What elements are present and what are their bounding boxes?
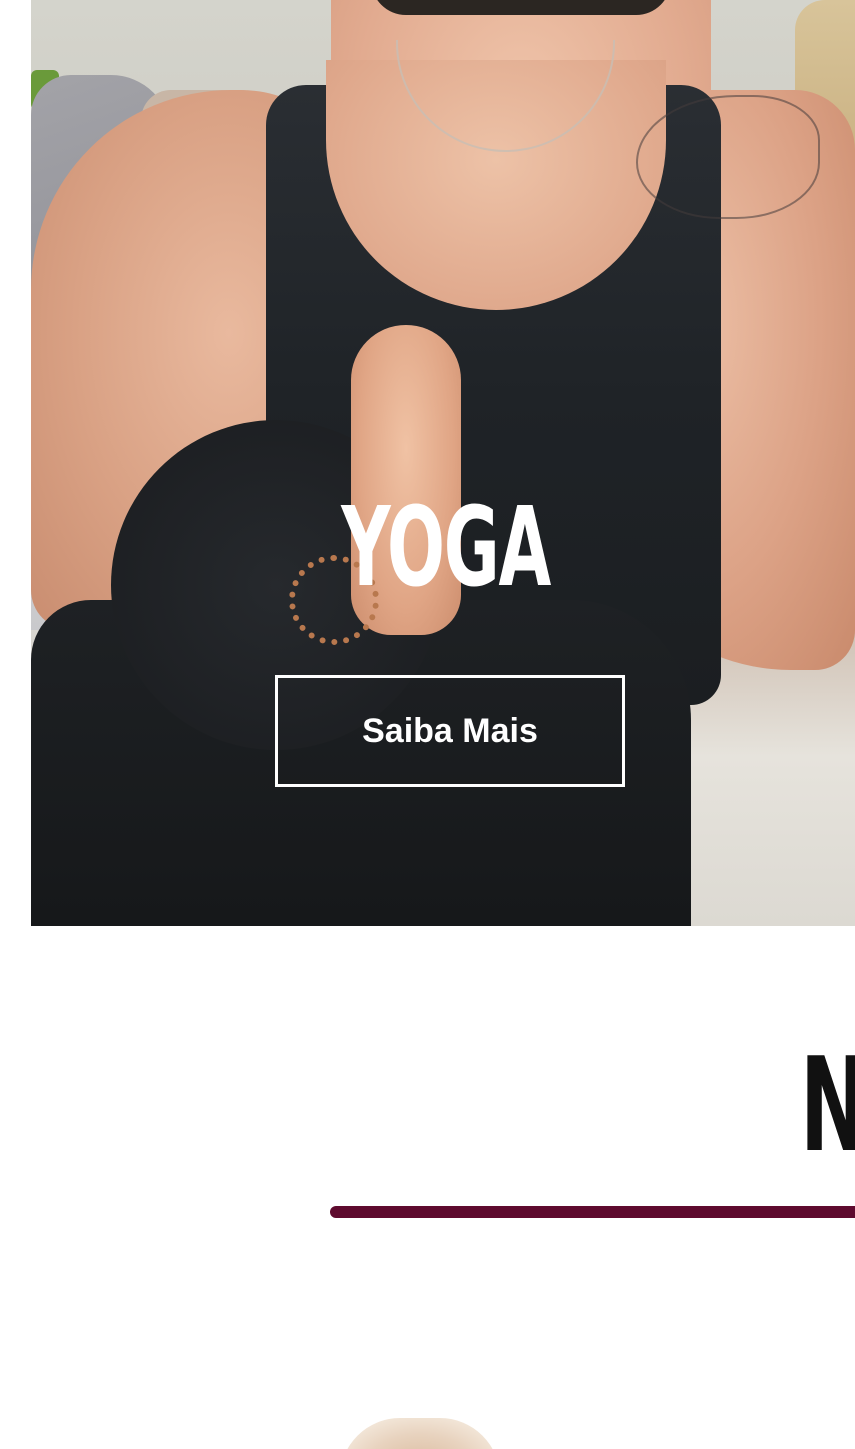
hero-title: YOGA xyxy=(341,483,551,611)
hero-image xyxy=(31,0,855,926)
hair-shape xyxy=(371,0,671,15)
next-section-image xyxy=(340,1418,500,1449)
section-heading: N xyxy=(800,1040,855,1170)
section-divider xyxy=(330,1206,855,1218)
page: YOGA Saiba Mais N xyxy=(0,0,855,1449)
saiba-mais-button[interactable]: Saiba Mais xyxy=(275,675,625,787)
